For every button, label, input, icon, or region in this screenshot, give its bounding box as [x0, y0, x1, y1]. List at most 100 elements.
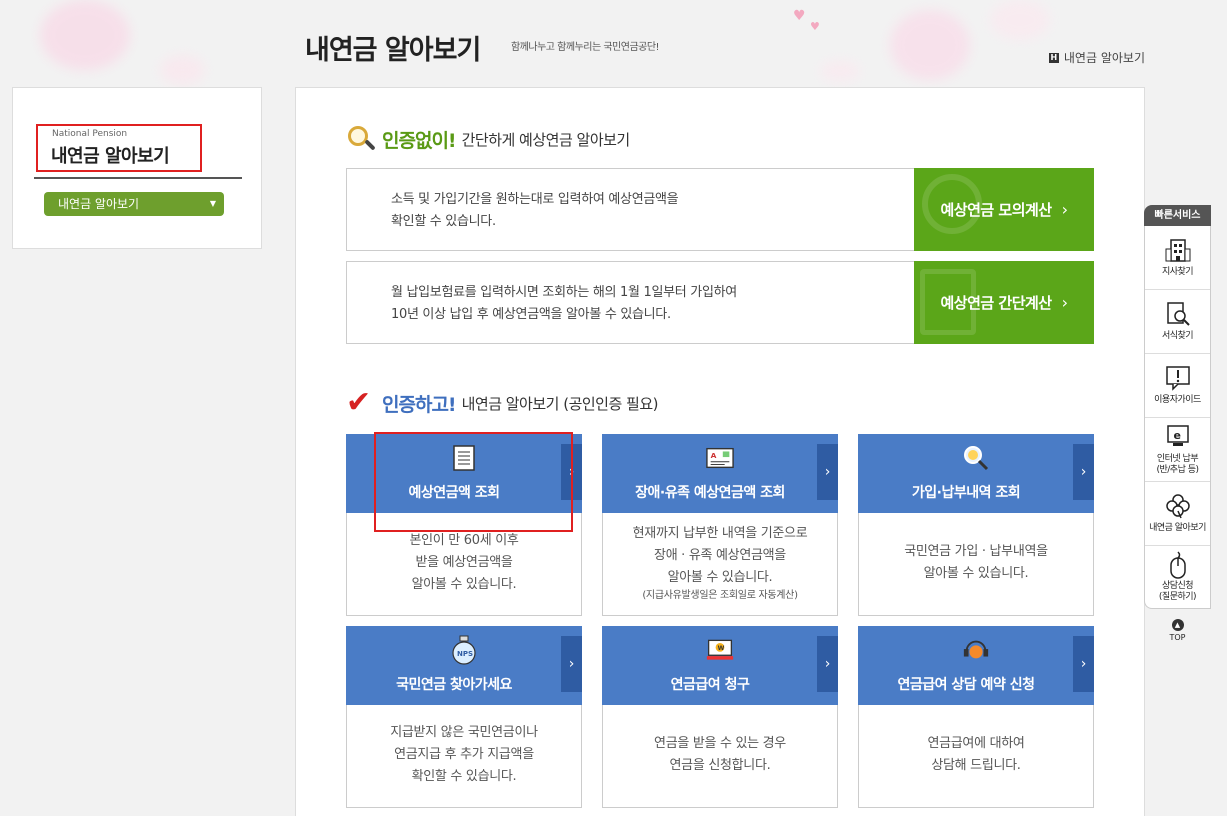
sidebar-select-value: 내연금 알아보기: [58, 197, 140, 211]
scroll-top-label: TOP: [1169, 633, 1186, 642]
card-description: 연금을 받을 수 있는 경우 연금을 신청합니다.: [603, 711, 837, 799]
card-line: 장애 · 유족 예상연금액을: [654, 548, 786, 563]
quick-item-consultation[interactable]: 상담신청 (질문하기): [1145, 546, 1210, 608]
card-header-button[interactable]: 연금급여 상담 예약 신청 ›: [858, 626, 1094, 705]
calc-description: 소득 및 가입기간을 원하는대로 입력하여 예상연금액을 확인할 수 있습니다.: [391, 189, 679, 233]
chevron-right-icon: ›: [1061, 293, 1068, 312]
quick-service-list: 지사찾기 서식찾기 이용자가이드 e 인터넷 납부 (반/추납 등) 내연금 알…: [1144, 226, 1211, 609]
decorative-heart-icon: ♥: [793, 8, 806, 24]
decorative-heart: [40, 0, 130, 70]
card-disability-survivor: A 장애·유족 예상연금액 조회 › 현재까지 납부한 내역을 기준으로 장애 …: [602, 434, 838, 616]
card-title: 국민연금 찾아가세요: [396, 677, 512, 693]
card-benefit-claim: W 연금급여 청구 › 연금을 받을 수 있는 경우 연금을 신청합니다.: [602, 626, 838, 808]
clover-icon: [1165, 493, 1191, 519]
quick-service-panel: 빠른서비스 지사찾기 서식찾기 이용자가이드 e 인터넷 납부 (반/추납 등)…: [1144, 205, 1211, 642]
chevron-right-icon: ›: [817, 636, 838, 692]
quick-item-label: 이용자가이드: [1154, 395, 1201, 405]
document-icon: [450, 444, 478, 472]
card-consult-reservation: 연금급여 상담 예약 신청 › 연금급여에 대하여 상담해 드립니다.: [858, 626, 1094, 808]
card-line: 알아볼 수 있습니다.: [411, 577, 517, 592]
decorative-heart: [160, 55, 205, 85]
quick-service-title: 빠른서비스: [1144, 205, 1211, 226]
decorative-heart: [990, 0, 1050, 40]
card-description: 현재까지 납부한 내역을 기준으로 장애 · 유족 예상연금액을 알아볼 수 있…: [603, 519, 837, 607]
section-header-auth: ✔ 인증하고! 내연금 알아보기 (공인인증 필요): [346, 388, 659, 418]
quick-item-label: 인터넷 납부 (반/추납 등): [1156, 454, 1199, 476]
nps-pouch-icon: NPS: [450, 635, 478, 665]
card-line: 연금급여에 대하여: [927, 736, 1025, 751]
card-note: (지급사유발생일은 조회일로 자동계산): [642, 590, 798, 601]
quick-item-user-guide[interactable]: 이용자가이드: [1145, 354, 1210, 418]
chevron-down-icon: ▼: [209, 199, 216, 208]
calc-description-line: 확인할 수 있습니다.: [391, 214, 496, 229]
section-header-no-auth: 인증없이! 간단하게 예상연금 알아보기: [346, 124, 630, 154]
exclamation-bubble-icon: [1165, 365, 1191, 391]
main-content: 인증없이! 간단하게 예상연금 알아보기 소득 및 가입기간을 원하는대로 입력…: [295, 87, 1145, 816]
card-description: 지급받지 않은 국민연금이나 연금지급 후 추가 지급액을 확인할 수 있습니다…: [347, 711, 581, 799]
magnifier-icon: [962, 444, 990, 472]
sidebar-divider: [34, 177, 242, 179]
svg-text:W: W: [718, 645, 725, 652]
card-header-button[interactable]: 가입·납부내역 조회 ›: [858, 434, 1094, 513]
chevron-right-icon: ›: [561, 444, 582, 500]
quick-item-my-pension[interactable]: 내연금 알아보기: [1145, 482, 1210, 546]
button-label: 예상연금 모의계산: [940, 201, 1052, 219]
card-header-button[interactable]: A 장애·유족 예상연금액 조회 ›: [602, 434, 838, 513]
quick-item-label: 상담신청 (질문하기): [1158, 581, 1197, 603]
card-line: 연금지급 후 추가 지급액을: [394, 747, 534, 762]
quick-item-label-line: (반/추납 등): [1156, 464, 1199, 475]
quick-item-form-finder[interactable]: 서식찾기: [1145, 290, 1210, 354]
home-icon[interactable]: H: [1048, 52, 1059, 63]
card-header-button[interactable]: NPS 국민연금 찾아가세요 ›: [346, 626, 582, 705]
sidebar-title: 내연금 알아보기: [51, 146, 170, 167]
decorative-heart: [820, 60, 860, 82]
simple-calculation-button[interactable]: 예상연금 간단계산 ›: [914, 261, 1094, 344]
scroll-top-button[interactable]: ▲ TOP: [1163, 619, 1193, 642]
chevron-up-icon: ▲: [1171, 619, 1184, 631]
sidebar-eng-label: National Pension: [52, 129, 128, 139]
breadcrumb-current[interactable]: 내연금 알아보기: [1064, 49, 1145, 66]
calc-description-line: 월 납입보험료를 입력하시면 조회하는 해의 1월 1일부터 가입하여: [391, 285, 737, 300]
card-title: 장애·유족 예상연금액 조회: [635, 485, 785, 501]
quick-item-label-line: 상담신청: [1161, 581, 1194, 591]
quick-item-label: 내연금 알아보기: [1149, 523, 1206, 533]
svg-text:A: A: [711, 451, 717, 460]
card-description: 본인이 만 60세 이후 받을 예상연금액을 알아볼 수 있습니다.: [347, 519, 581, 607]
card-line: 받을 예상연금액을: [415, 555, 513, 570]
decorative-heart-icon: ♥: [810, 20, 820, 33]
quick-item-branch-finder[interactable]: 지사찾기: [1145, 226, 1210, 290]
quick-item-internet-payment[interactable]: e 인터넷 납부 (반/추납 등): [1145, 418, 1210, 482]
mock-calculation-button[interactable]: 예상연금 모의계산 ›: [914, 168, 1094, 251]
section-title: 간단하게 예상연금 알아보기: [461, 130, 631, 149]
card-title: 연금급여 청구: [670, 677, 750, 693]
sidebar-menu-select[interactable]: 내연금 알아보기 ▼: [44, 192, 224, 216]
quick-item-label-line: (질문하기): [1158, 592, 1197, 602]
page-slogan: 함께나누고 함께누리는 국민연금공단!: [511, 42, 660, 53]
section-title: 내연금 알아보기 (공인인증 필요): [461, 394, 659, 413]
chevron-right-icon: ›: [1061, 200, 1068, 219]
mouse-icon: [1165, 551, 1191, 579]
chevron-right-icon: ›: [561, 636, 582, 692]
won-laptop-icon: W: [706, 636, 734, 664]
card-header-button[interactable]: W 연금급여 청구 ›: [602, 626, 838, 705]
card-description: 국민연금 가입 · 납부내역을 알아볼 수 있습니다.: [859, 519, 1093, 607]
decorative-heart: [890, 10, 970, 80]
internet-payment-icon: e: [1165, 424, 1191, 450]
card-find-pension: NPS 국민연금 찾아가세요 › 지급받지 않은 국민연금이나 연금지급 후 추…: [346, 626, 582, 808]
card-description: 연금급여에 대하여 상담해 드립니다.: [859, 711, 1093, 799]
card-subscription-history: 가입·납부내역 조회 › 국민연금 가입 · 납부내역을 알아볼 수 있습니다.: [858, 434, 1094, 616]
form-search-icon: [1165, 301, 1191, 327]
headset-icon: [962, 636, 990, 664]
building-icon: [1165, 237, 1191, 263]
svg-text:NPS: NPS: [457, 650, 473, 658]
card-line: 본인이 만 60세 이후: [409, 533, 519, 548]
magnifier-icon: [346, 124, 376, 154]
calc-description-line: 10년 이상 납입 후 예상연금액을 알아볼 수 있습니다.: [391, 307, 671, 322]
card-line: 알아볼 수 있습니다.: [667, 570, 773, 585]
card-header-button[interactable]: 예상연금액 조회 ›: [346, 434, 582, 513]
card-line: 상담해 드립니다.: [931, 758, 1021, 773]
section-accent: 인증하고!: [382, 393, 457, 416]
card-line: 연금을 신청합니다.: [669, 758, 771, 773]
calc-description-line: 소득 및 가입기간을 원하는대로 입력하여 예상연금액을: [391, 192, 679, 207]
card-title: 연금급여 상담 예약 신청: [897, 677, 1035, 693]
